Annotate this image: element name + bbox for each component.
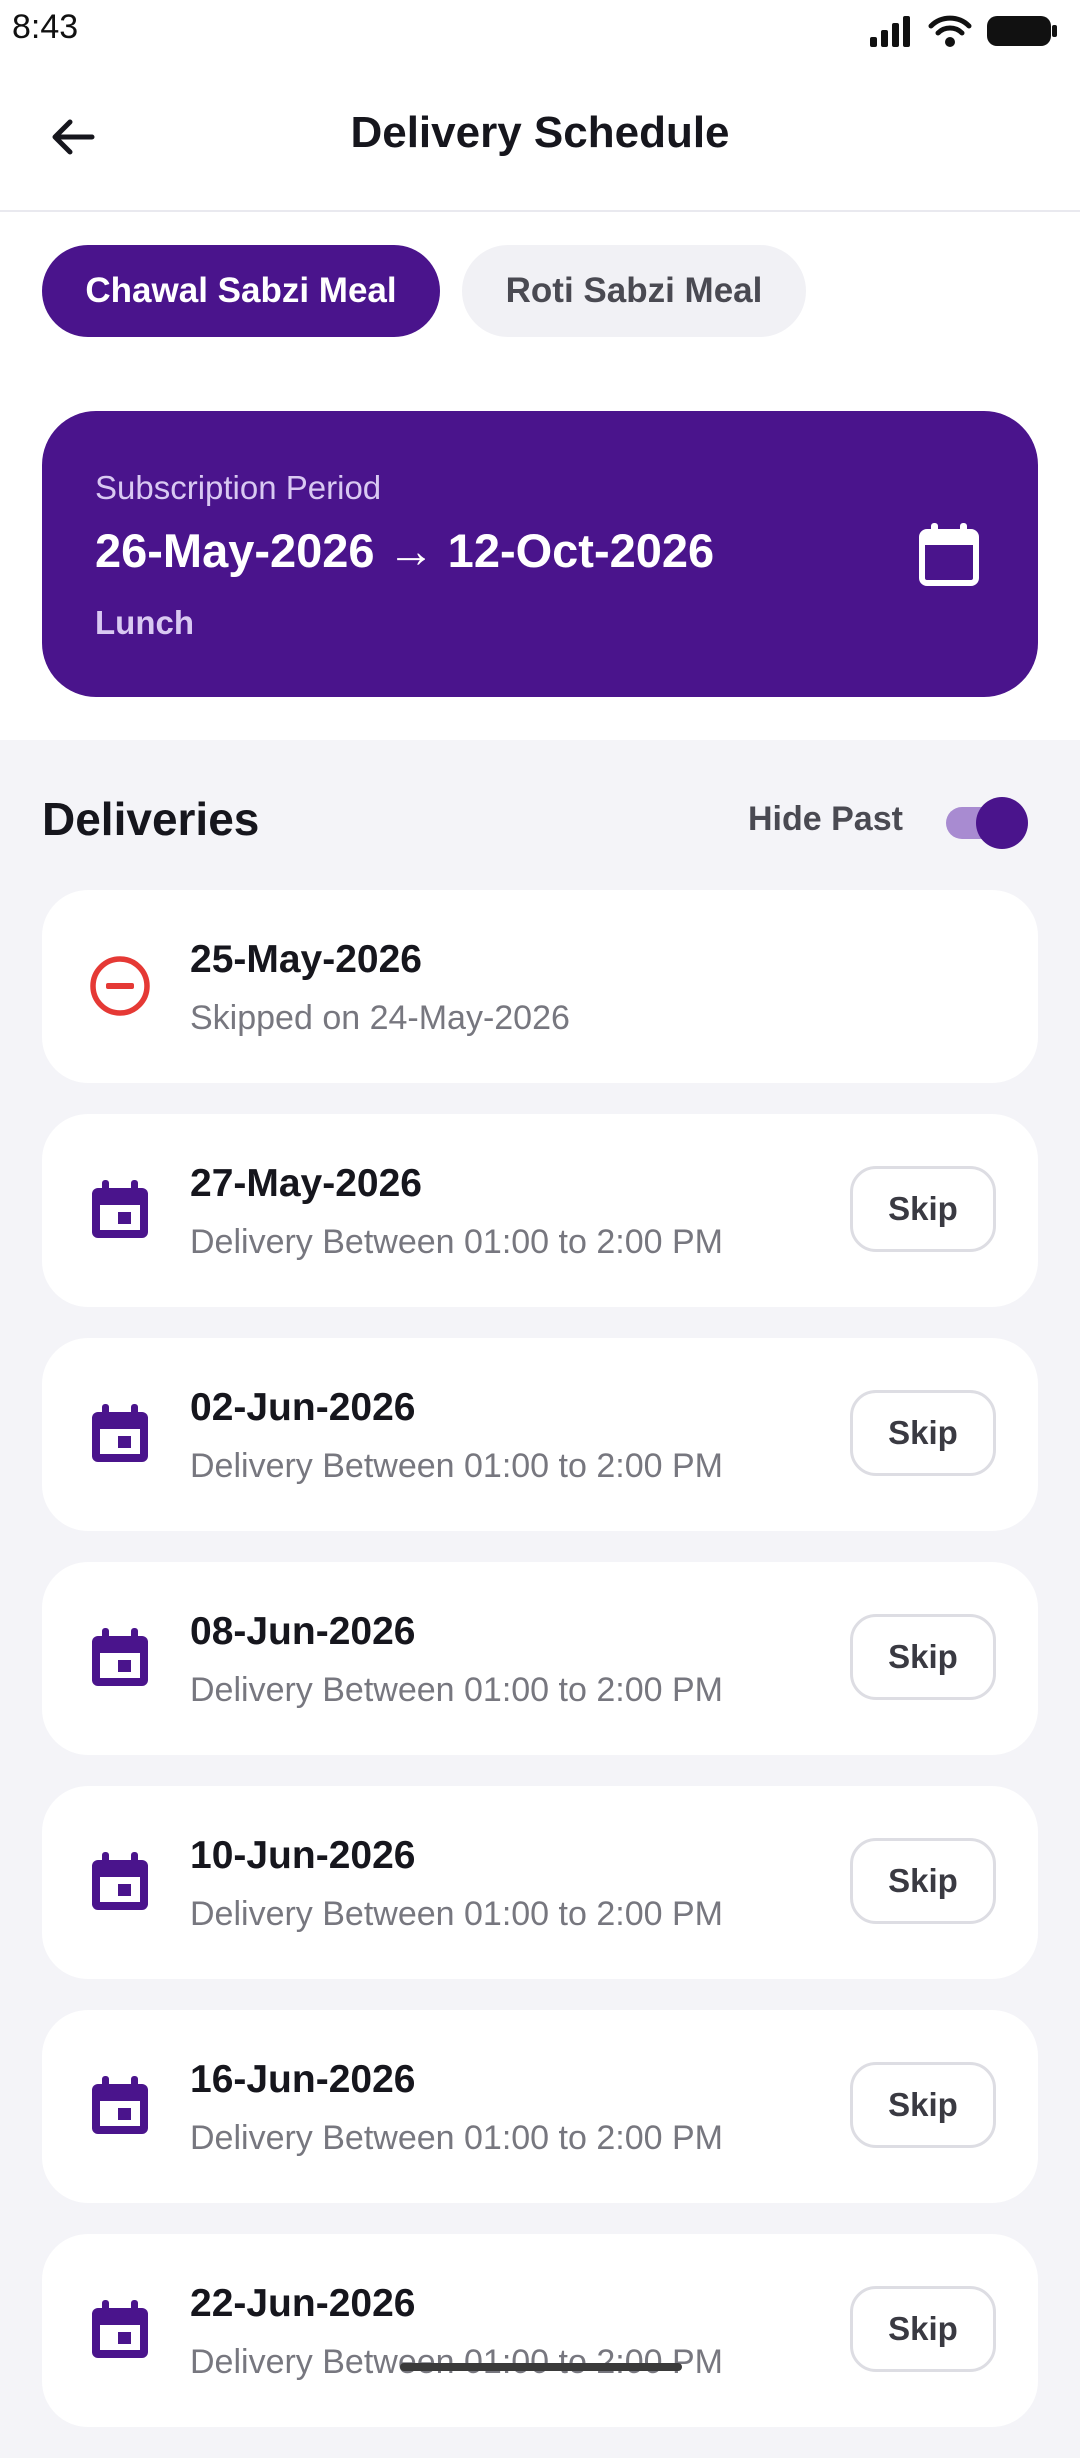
skip-button[interactable]: Skip [850,1166,996,1252]
delivery-card: 16-Jun-2026 Delivery Between 01:00 to 2:… [42,2010,1038,2203]
home-indicator [400,2363,682,2371]
delivery-time-window: Delivery Between 01:00 to 2:00 PM [190,1671,723,1709]
skip-button[interactable]: Skip [850,2062,996,2148]
battery-icon [987,16,1057,46]
delivery-time-window: Delivery Between 01:00 to 2:00 PM [190,1895,723,1933]
signal-icon [870,16,910,47]
delivery-date: 02-Jun-2026 [190,1386,416,1429]
status-bar: 8:43 [0,0,1080,60]
skip-button[interactable]: Skip [850,2286,996,2372]
status-icons [868,12,1058,50]
deliveries-heading: Deliveries [42,793,260,845]
delivery-card-skipped: 25-May-2026 Skipped on 24-May-2026 [42,890,1038,1083]
calendar-event-icon [92,1852,148,1910]
page-title: Delivery Schedule [350,108,730,157]
hide-past-toggle[interactable] [946,797,1030,849]
delivery-card: 27-May-2026 Delivery Between 01:00 to 2:… [42,1114,1038,1307]
delivery-date: 08-Jun-2026 [190,1610,416,1653]
wifi-icon [928,15,972,47]
app-bar: Delivery Schedule [0,60,1080,212]
minus-circle-icon [90,956,150,1016]
delivery-date: 22-Jun-2026 [190,2282,416,2325]
calendar-event-icon [92,1180,148,1238]
tab-roti-sabzi-meal[interactable]: Roti Sabzi Meal [462,245,806,337]
subscription-period-label: Subscription Period [95,469,382,506]
delivery-time-window: Delivery Between 01:00 to 2:00 PM [190,1447,723,1485]
delivery-card: 02-Jun-2026 Delivery Between 01:00 to 2:… [42,1338,1038,1531]
delivery-status-text: Skipped on 24-May-2026 [190,999,570,1037]
delivery-card: 08-Jun-2026 Delivery Between 01:00 to 2:… [42,1562,1038,1755]
skip-button[interactable]: Skip [850,1838,996,1924]
calendar-event-icon [92,1628,148,1686]
delivery-date: 25-May-2026 [190,938,422,981]
toggle-knob [976,797,1028,849]
skip-button[interactable]: Skip [850,1390,996,1476]
delivery-date: 16-Jun-2026 [190,2058,416,2101]
tab-chawal-sabzi-meal[interactable]: Chawal Sabzi Meal [42,245,440,337]
calendar-event-icon [92,2076,148,2134]
delivery-date: 27-May-2026 [190,1162,422,1205]
calendar-event-icon [92,1404,148,1462]
delivery-card: 22-Jun-2026 Delivery Between 01:00 to 2:… [42,2234,1038,2427]
calendar-event-icon [92,2300,148,2358]
delivery-date: 10-Jun-2026 [190,1834,416,1877]
subscription-period-card: Subscription Period 26-May-2026 → 12-Oct… [42,411,1038,697]
subscription-meal-time: Lunch [95,604,194,641]
calendar-outline-icon[interactable] [915,521,983,589]
delivery-time-window: Delivery Between 01:00 to 2:00 PM [190,2119,723,2157]
status-time: 8:43 [12,8,79,46]
deliveries-list: 25-May-2026 Skipped on 24-May-2026 27-Ma… [42,890,1038,2458]
delivery-card: 10-Jun-2026 Delivery Between 01:00 to 2:… [42,1786,1038,1979]
hide-past-label: Hide Past [748,800,903,838]
skip-button[interactable]: Skip [850,1614,996,1700]
subscription-date-range: 26-May-2026 → 12-Oct-2026 [95,524,715,577]
delivery-time-window: Delivery Between 01:00 to 2:00 PM [190,1223,723,1261]
